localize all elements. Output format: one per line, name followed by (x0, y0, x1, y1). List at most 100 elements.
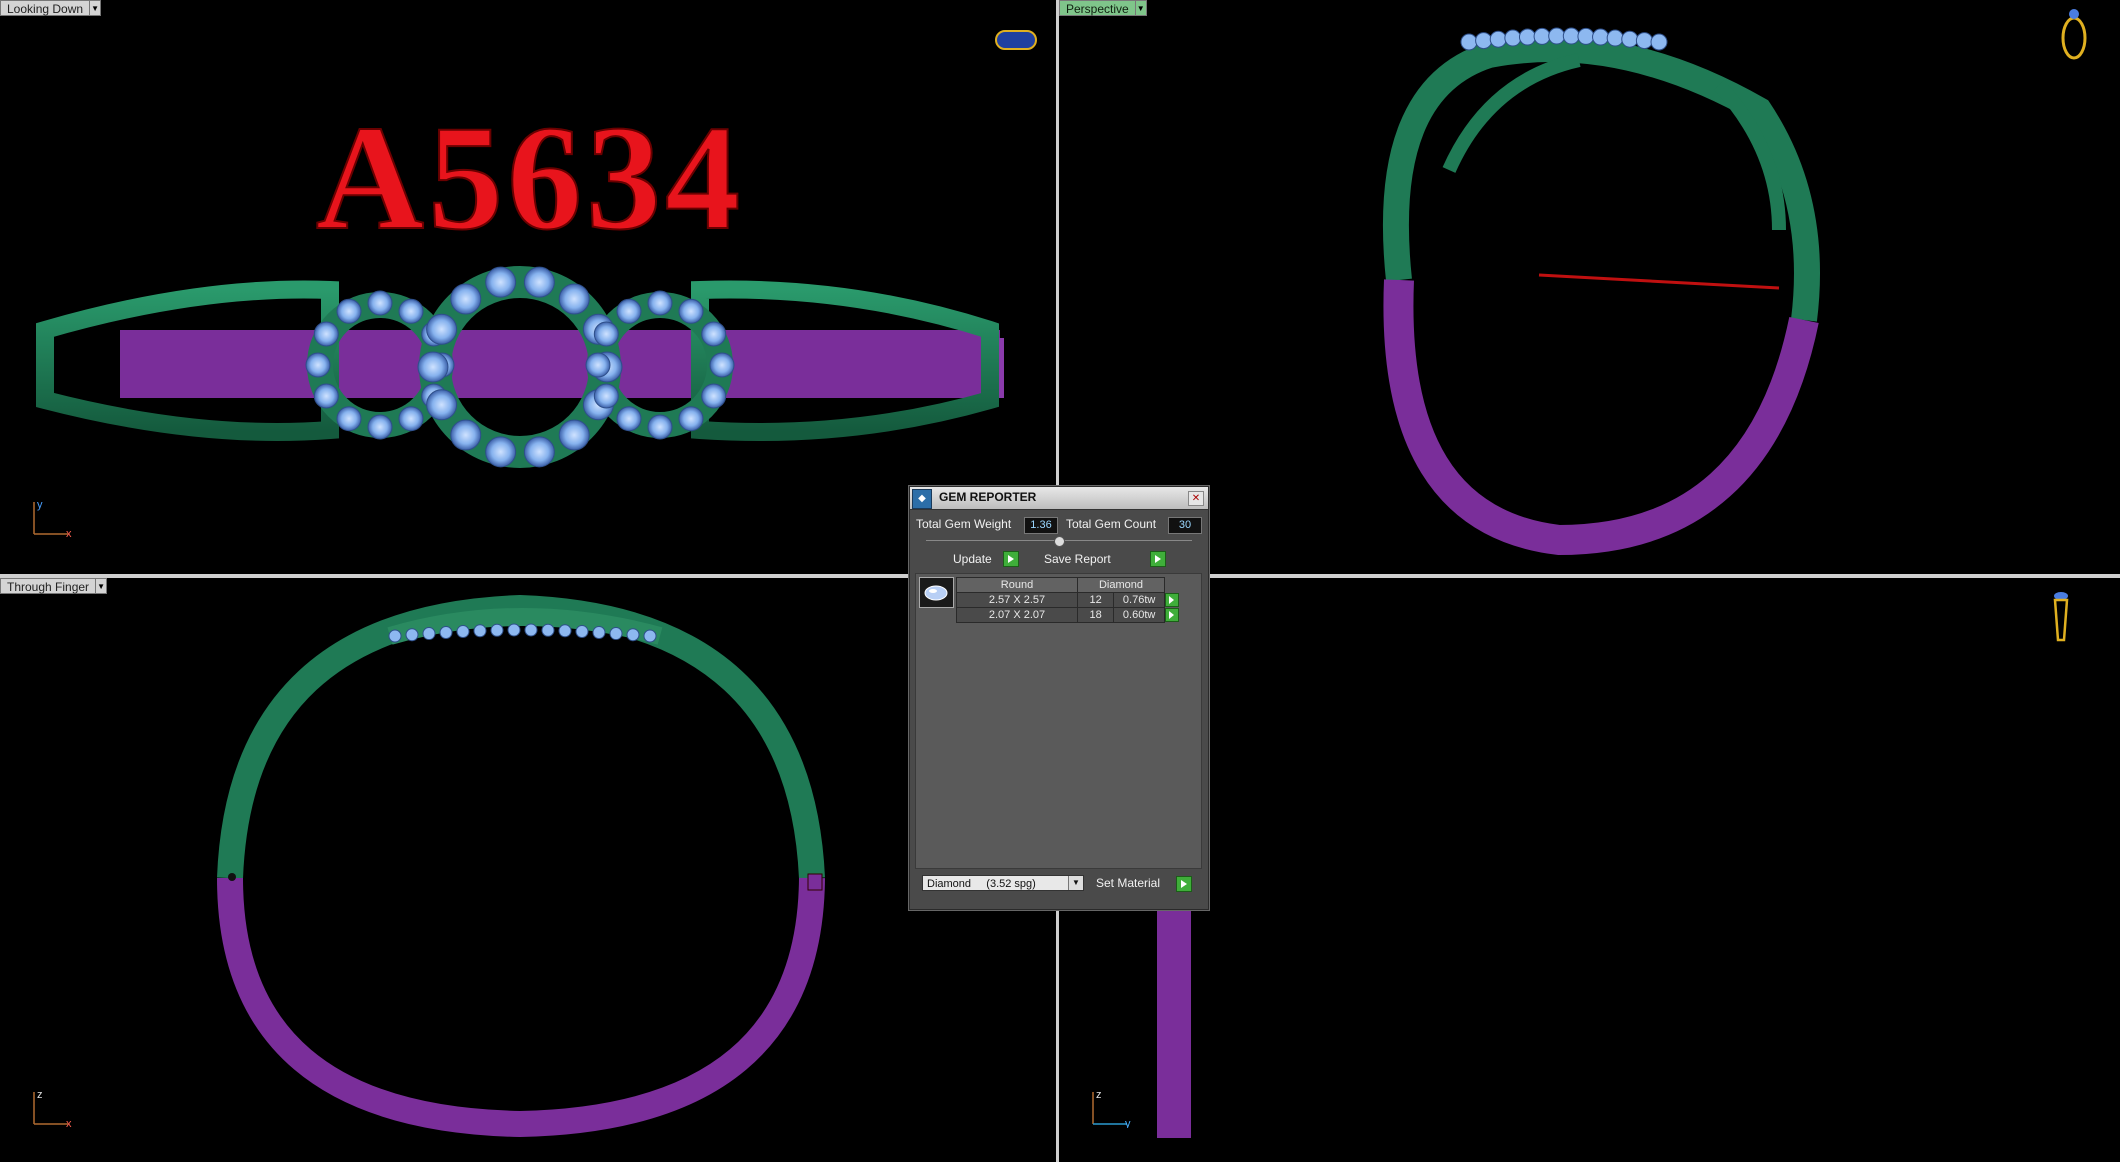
svg-text:y: y (37, 499, 43, 511)
gem-stone (709, 352, 735, 378)
gem-count-cell: 12 (1076, 592, 1115, 608)
gem-stone (485, 436, 517, 468)
gem-stone (398, 298, 424, 324)
gem-stone (473, 624, 487, 638)
panel-title: GEM REPORTER (939, 490, 1037, 504)
play-arrow-icon[interactable] (1176, 876, 1192, 892)
svg-text:y: y (1125, 1118, 1131, 1128)
save-report-button[interactable]: Save Report (1044, 551, 1111, 568)
svg-text:z: z (1096, 1089, 1102, 1101)
set-material-button[interactable]: Set Material (1096, 875, 1160, 892)
gem-stone (678, 298, 704, 324)
material-select-value: Diamond (3.52 spg) (927, 878, 1036, 890)
gem-stone (609, 627, 623, 641)
gem-stone (643, 629, 657, 643)
close-icon[interactable]: ✕ (1188, 491, 1204, 506)
gem-stone (1635, 32, 1653, 50)
gem-stone (585, 352, 611, 378)
gem-stone (1562, 27, 1580, 45)
collapse-toggle-icon[interactable] (1054, 536, 1065, 547)
gem-size-cell: 2.57 X 2.57 (956, 592, 1078, 608)
viewport-side[interactable]: z y (1059, 578, 2120, 1162)
table-row[interactable]: 2.57 X 2.57 12 0.76tw (956, 592, 1180, 608)
gem-stone (450, 283, 482, 315)
play-arrow-icon[interactable] (1003, 551, 1019, 567)
chevron-down-icon[interactable]: ▼ (1068, 876, 1083, 890)
gem-stone (647, 414, 673, 440)
gem-stone (336, 298, 362, 324)
viewport-looking-down[interactable]: Looking Down ▼ A5634 y x (0, 0, 1056, 574)
total-gem-weight-label: Total Gem Weight (916, 517, 1012, 531)
gem-stone (367, 414, 393, 440)
panel-titlebar[interactable]: ◆ GEM REPORTER ✕ (910, 487, 1208, 510)
table-row[interactable]: 2.07 X 2.07 18 0.60tw (956, 607, 1180, 623)
total-gem-count-value: 30 (1168, 517, 1202, 534)
gem-size-cell: 2.07 X 2.07 (956, 607, 1078, 623)
gem-stone (541, 623, 555, 637)
gem-stone (1504, 29, 1522, 47)
gem-stone (558, 283, 590, 315)
svg-text:z: z (37, 1089, 43, 1101)
gem-stone (1489, 30, 1507, 48)
play-arrow-icon[interactable] (1165, 593, 1179, 608)
gem-weight-cell: 0.76tw (1113, 592, 1165, 608)
svg-text:x: x (66, 1118, 72, 1128)
gem-table: Round Diamond 2.57 X 2.57 12 0.76tw 2.07… (956, 577, 1180, 623)
gem-stone (523, 266, 555, 298)
gem-stone (616, 406, 642, 432)
gem-stone (523, 436, 555, 468)
gem-reporter-panel[interactable]: ◆ GEM REPORTER ✕ Total Gem Weight 1.36 T… (909, 486, 1209, 910)
gem-stone (507, 623, 521, 637)
gem-stone (593, 321, 619, 347)
gem-stone (701, 383, 727, 409)
gem-stone (678, 406, 704, 432)
view-ring-side-icon[interactable] (2049, 588, 2073, 648)
gem-stone (524, 623, 538, 637)
gem-stone (647, 290, 673, 316)
gem-reporter-icon: ◆ (912, 489, 932, 509)
gem-stone (558, 624, 572, 638)
model-id-text: A5634 (316, 95, 744, 261)
axis-triad-icon: y x (33, 499, 72, 538)
column-header-shape: Round (956, 577, 1078, 593)
gem-stone (616, 298, 642, 324)
ring-purple-lower (1383, 279, 1819, 556)
gem-stone (456, 625, 470, 639)
view-render-perspective (1382, 27, 1820, 556)
svg-text:x: x (66, 528, 72, 538)
gem-stone (1518, 28, 1536, 46)
gem-stone (313, 321, 339, 347)
round-diamond-thumbnail[interactable] (919, 577, 954, 608)
column-header-material: Diamond (1077, 577, 1165, 593)
gem-stone (1548, 27, 1566, 45)
view-render-side (1139, 600, 1209, 1138)
play-arrow-icon[interactable] (1150, 551, 1166, 567)
material-select[interactable]: Diamond (3.52 spg) ▼ (922, 875, 1084, 891)
view-cube-icon[interactable] (995, 30, 1037, 50)
gem-stone (558, 419, 590, 451)
play-arrow-icon[interactable] (1165, 608, 1180, 623)
gem-stone (1592, 28, 1610, 46)
viewport-through-finger[interactable]: Through Finger ▼ z x (0, 578, 1056, 1162)
gem-count-cell: 18 (1076, 607, 1115, 623)
gem-stone (388, 629, 402, 643)
gem-stone (626, 628, 640, 642)
view-ring-icon[interactable] (2054, 6, 2094, 62)
axis-triad-icon: z y (1092, 1089, 1131, 1128)
gem-list-area[interactable]: Round Diamond 2.57 X 2.57 12 0.76tw 2.07… (915, 573, 1202, 869)
gem-stone (1650, 33, 1668, 51)
gem-stone (422, 627, 436, 641)
gem-stone (1621, 30, 1639, 48)
update-button[interactable]: Update (953, 551, 992, 568)
gem-stone (398, 406, 424, 432)
gem-stone (417, 351, 449, 383)
gem-stone (1577, 27, 1595, 45)
viewport-perspective[interactable]: Perspective ▼ (1059, 0, 2120, 574)
total-gem-count-label: Total Gem Count (1066, 517, 1157, 531)
gem-stone (336, 406, 362, 432)
gem-stone (426, 313, 458, 345)
total-gem-weight-value: 1.36 (1024, 517, 1058, 534)
gem-stone (490, 623, 504, 637)
gem-stone (592, 625, 606, 639)
gem-stone (305, 352, 331, 378)
